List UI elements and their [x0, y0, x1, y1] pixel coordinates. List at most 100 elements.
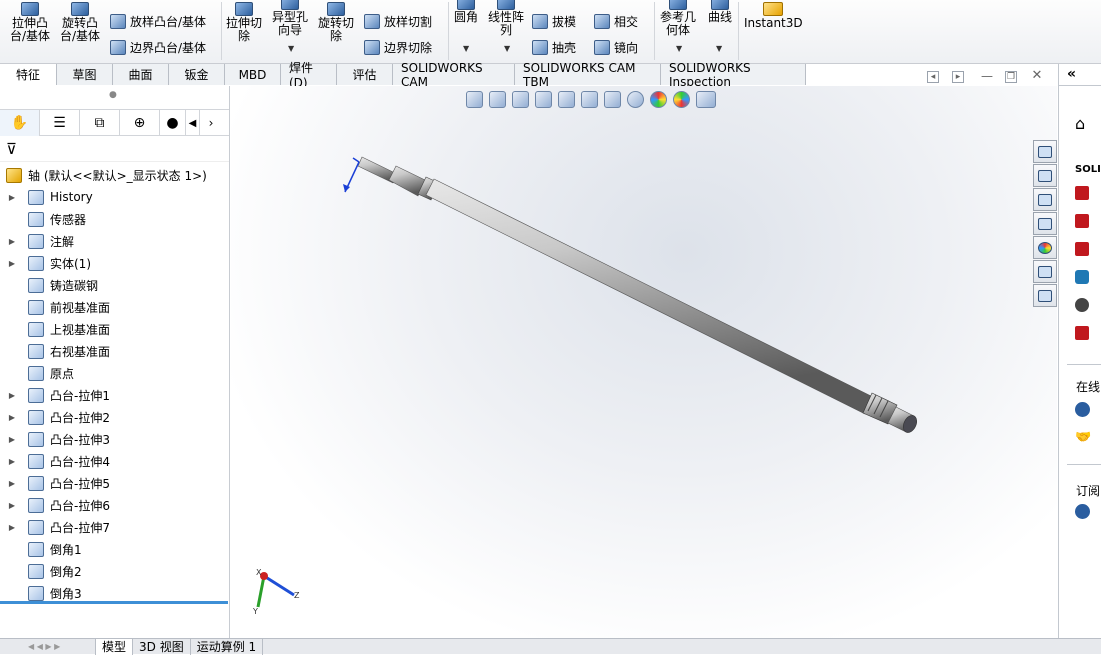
lofted-cut-button[interactable]: 放样切割 — [364, 13, 432, 30]
tree-item[interactable]: ▶ 凸台-拉伸3 — [0, 428, 110, 450]
draft-button[interactable]: 拔模 — [532, 13, 576, 30]
tree-item[interactable]: ▶ 凸台-拉伸4 — [0, 450, 110, 472]
solidworks-tool-icon[interactable] — [1075, 214, 1089, 228]
tree-item[interactable]: 右视基准面 — [0, 340, 110, 362]
curves-button[interactable]: 曲线 — [708, 0, 732, 24]
tab-3d-view[interactable]: 3D 视图 — [133, 638, 191, 655]
tab-weldments[interactable]: 焊件(D) — [281, 61, 337, 90]
hole-wizard-button[interactable]: 异型孔 向导 — [272, 0, 308, 37]
tree-item[interactable]: 前视基准面 — [0, 296, 110, 318]
chevron-down-icon[interactable]: ▼ — [463, 44, 469, 53]
chevron-down-icon[interactable]: ▼ — [676, 44, 682, 53]
chevron-down-icon[interactable]: ▼ — [504, 44, 510, 53]
rollback-bar[interactable] — [0, 601, 228, 604]
expand-arrow-icon[interactable]: ▶ — [6, 435, 18, 444]
tree-item[interactable]: 倒角1 — [0, 538, 82, 560]
extruded-cut-button[interactable]: 拉伸切 除 — [226, 2, 262, 43]
tab-features[interactable]: 特征 — [0, 64, 57, 85]
appearance-tab-icon[interactable]: ● — [160, 110, 186, 136]
tree-item[interactable]: ▶ 凸台-拉伸2 — [0, 406, 110, 428]
solidworks-tool-icon[interactable] — [1075, 242, 1089, 256]
expand-arrow-icon[interactable]: ▶ — [6, 457, 18, 466]
restore-icon[interactable]: ❐ — [1005, 71, 1017, 83]
tree-item[interactable]: ▶ 实体(1) — [0, 252, 91, 274]
edit-appearance-icon[interactable] — [650, 91, 667, 108]
gear-icon[interactable] — [1075, 298, 1089, 312]
fillet-button[interactable]: 圆角 — [454, 0, 478, 24]
tree-item[interactable]: ▶ 凸台-拉伸5 — [0, 472, 110, 494]
subscription-icon[interactable] — [1075, 504, 1090, 519]
configuration-manager-tab-icon[interactable]: ⧉ — [80, 110, 120, 136]
tab-solidworks-cam[interactable]: SOLIDWORKS CAM — [393, 61, 515, 89]
expand-arrow-icon[interactable]: ▶ — [6, 237, 18, 246]
drag-handle-icon[interactable]: ● — [109, 90, 117, 100]
chevron-right-icon[interactable]: › — [200, 110, 222, 136]
forum-tab-icon[interactable] — [1033, 284, 1057, 307]
tab-sheet-metal[interactable]: 钣金 — [169, 64, 225, 85]
design-library-tab-icon[interactable] — [1033, 164, 1057, 187]
tree-item[interactable]: 上视基准面 — [0, 318, 110, 340]
expand-arrow-icon[interactable]: ▶ — [6, 523, 18, 532]
solidworks-tool-icon[interactable] — [1075, 186, 1089, 200]
boundary-boss-button[interactable]: 边界凸台/基体 — [110, 39, 206, 56]
handshake-icon[interactable]: 🤝 — [1075, 430, 1091, 445]
tree-root-part[interactable]: 轴 (默认<<默认>_显示状态 1>) — [0, 164, 207, 186]
view-orientation-icon[interactable] — [581, 91, 598, 108]
tab-surfaces[interactable]: 曲面 — [113, 64, 169, 85]
tree-item[interactable]: ▶ History — [0, 186, 93, 208]
feature-tree-tab-icon[interactable]: ✋ — [0, 110, 40, 136]
chevron-down-icon[interactable]: ▼ — [716, 44, 722, 53]
chevron-left-icon[interactable]: ◀ — [186, 110, 200, 136]
reference-geometry-button[interactable]: 参考几 何体 — [660, 0, 696, 37]
solidworks-tool-icon[interactable] — [1075, 326, 1089, 340]
tree-item[interactable]: ▶ 注解 — [0, 230, 74, 252]
hide-show-items-icon[interactable] — [627, 91, 644, 108]
boundary-cut-button[interactable]: 边界切除 — [364, 39, 432, 56]
globe-icon[interactable] — [1075, 402, 1090, 417]
chevron-down-icon[interactable]: ▼ — [288, 44, 294, 53]
tab-solidworks-inspection[interactable]: SOLIDWORKS Inspection — [661, 61, 806, 89]
expand-arrow-icon[interactable]: ▶ — [6, 479, 18, 488]
next-window-icon[interactable]: ▸ — [952, 71, 964, 83]
solidworks-resources-tab-icon[interactable] — [1033, 140, 1057, 163]
file-explorer-tab-icon[interactable] — [1033, 188, 1057, 211]
tree-item[interactable]: ▶ 凸台-拉伸7 — [0, 516, 110, 538]
shell-button[interactable]: 抽壳 — [532, 39, 576, 56]
dimxpert-tab-icon[interactable]: ⊕ — [120, 110, 160, 136]
revolved-boss-button[interactable]: 旋转凸 台/基体 — [60, 2, 100, 43]
zoom-to-area-icon[interactable] — [489, 91, 506, 108]
linear-pattern-button[interactable]: 线性阵 列 — [488, 0, 524, 37]
tree-item[interactable]: 原点 — [0, 362, 74, 384]
tree-item[interactable]: ▶ 凸台-拉伸1 — [0, 384, 110, 406]
zoom-to-fit-icon[interactable] — [466, 91, 483, 108]
lofted-boss-button[interactable]: 放样凸台/基体 — [110, 13, 206, 30]
expand-arrow-icon[interactable]: ▶ — [6, 413, 18, 422]
tab-scroll-buttons[interactable]: ◀ ◀ ▶ ▶ — [0, 638, 96, 655]
previous-window-icon[interactable]: ◂ — [927, 71, 939, 83]
property-manager-tab-icon[interactable]: ☰ — [40, 110, 80, 136]
appearances-tab-icon[interactable] — [1033, 236, 1057, 259]
graphics-area[interactable] — [231, 86, 1057, 638]
tree-item[interactable]: 倒角2 — [0, 560, 82, 582]
collapse-task-pane-icon[interactable]: « — [1067, 66, 1076, 82]
dynamic-annotation-icon[interactable] — [558, 91, 575, 108]
revolved-cut-button[interactable]: 旋转切 除 — [318, 2, 354, 43]
tab-mbd[interactable]: MBD — [225, 64, 281, 85]
previous-view-icon[interactable] — [512, 91, 529, 108]
section-view-icon[interactable] — [535, 91, 552, 108]
close-icon[interactable]: ✕ — [1031, 69, 1043, 83]
view-settings-icon[interactable] — [696, 91, 716, 108]
expand-arrow-icon[interactable]: ▶ — [6, 391, 18, 400]
tree-item[interactable]: 传感器 — [0, 208, 86, 230]
home-icon[interactable]: ⌂ — [1075, 114, 1085, 133]
filter-icon[interactable]: ⊽ — [6, 140, 17, 158]
intersect-button[interactable]: 相交 — [594, 13, 638, 30]
instant3d-button[interactable]: Instant3D — [744, 2, 803, 30]
tab-sketch[interactable]: 草图 — [57, 64, 113, 85]
minimize-icon[interactable]: — — [981, 70, 993, 83]
apply-scene-icon[interactable] — [673, 91, 690, 108]
view-palette-tab-icon[interactable] — [1033, 212, 1057, 235]
tree-item[interactable]: 铸造碳钢 — [0, 274, 98, 296]
expand-arrow-icon[interactable]: ▶ — [6, 501, 18, 510]
tab-model[interactable]: 模型 — [96, 638, 134, 655]
